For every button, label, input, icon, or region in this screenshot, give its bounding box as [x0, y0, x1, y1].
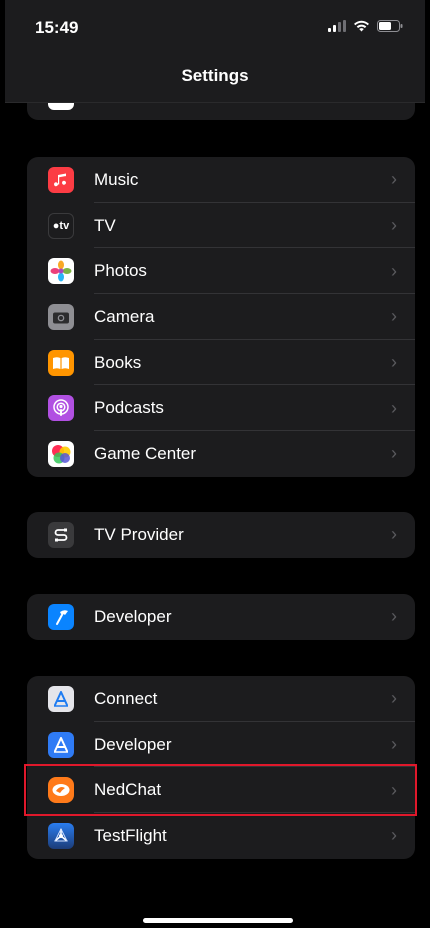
cellular-signal-icon	[328, 20, 346, 32]
game-center-icon	[48, 441, 74, 468]
page-title: Settings	[181, 66, 249, 85]
chevron-right-icon: ›	[391, 524, 397, 545]
music-icon	[48, 167, 74, 193]
photos-icon	[48, 258, 74, 285]
chevron-right-icon: ›	[391, 352, 397, 373]
camera-icon	[48, 304, 74, 331]
row-label: Camera	[94, 306, 155, 326]
chevron-right-icon: ›	[391, 215, 397, 236]
settings-row-podcasts[interactable]: Podcasts ›	[27, 385, 415, 432]
books-icon	[48, 349, 74, 376]
hammer-icon	[48, 604, 74, 630]
row-label: Game Center	[94, 443, 197, 463]
developer-group: Developer ›	[27, 594, 415, 640]
app-store-connect-icon	[48, 686, 74, 712]
row-label: Developer	[94, 606, 172, 626]
settings-row-apple-developer[interactable]: Developer ›	[27, 722, 415, 768]
appletv-icon: ●tv	[48, 212, 74, 239]
settings-row-books[interactable]: Books ›	[27, 340, 415, 386]
row-label: Books	[94, 352, 142, 372]
chevron-right-icon: ›	[391, 688, 397, 709]
media-apps-group: Music › ●tv TV › Photos › Camera › Books…	[27, 157, 415, 477]
tv-provider-icon	[48, 522, 74, 548]
chevron-right-icon: ›	[391, 734, 397, 755]
settings-row-connect[interactable]: Connect ›	[27, 676, 415, 722]
wifi-icon	[354, 20, 369, 32]
settings-row-game-center[interactable]: Game Center ›	[27, 431, 415, 477]
settings-row-photos[interactable]: Photos ›	[27, 248, 415, 295]
settings-row-developer[interactable]: Developer ›	[27, 594, 415, 640]
testflight-icon	[48, 823, 74, 850]
row-label: Podcasts	[94, 398, 164, 418]
settings-row-tv-provider[interactable]: TV Provider ›	[27, 512, 415, 558]
row-label: Photos	[94, 261, 147, 281]
settings-row-music[interactable]: Music ›	[27, 157, 415, 203]
battery-icon	[377, 20, 403, 32]
settings-row-testflight[interactable]: TestFlight ›	[27, 813, 415, 859]
chevron-right-icon: ›	[391, 825, 397, 846]
navigation-bar: Settings	[5, 46, 425, 103]
row-label: TV	[94, 215, 116, 235]
chevron-right-icon: ›	[391, 169, 397, 190]
settings-row-tv[interactable]: ●tv TV ›	[27, 203, 415, 249]
row-label: Developer	[94, 734, 172, 754]
chevron-right-icon: ›	[391, 260, 397, 281]
row-label: Connect	[94, 688, 158, 708]
chevron-right-icon: ›	[391, 606, 397, 627]
highlight-box	[24, 764, 417, 816]
row-label: TestFlight	[94, 825, 167, 845]
chevron-right-icon: ›	[391, 397, 397, 418]
settings-row-camera[interactable]: Camera ›	[27, 294, 415, 340]
row-label: Music	[94, 169, 139, 189]
status-time: 15:49	[35, 18, 79, 37]
status-bar: 15:49	[5, 0, 425, 46]
tv-provider-group: TV Provider ›	[27, 512, 415, 558]
row-label: TV Provider	[94, 524, 184, 544]
chevron-right-icon: ›	[391, 443, 397, 464]
apple-developer-icon	[48, 731, 74, 758]
podcasts-icon	[48, 395, 74, 422]
home-indicator[interactable]	[143, 918, 293, 923]
chevron-right-icon: ›	[391, 306, 397, 327]
